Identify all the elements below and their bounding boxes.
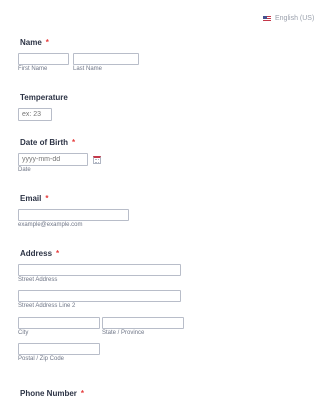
state-province-sublabel: State / Province [102, 330, 145, 336]
street-address-line2-sublabel: Street Address Line 2 [18, 303, 76, 309]
street-address-sublabel: Street Address [18, 277, 58, 283]
calendar-icon[interactable] [93, 156, 101, 164]
required-mark: * [45, 38, 49, 47]
state-province-input[interactable] [102, 317, 184, 329]
us-flag-icon [263, 15, 271, 22]
required-mark: * [45, 194, 49, 203]
temperature-input[interactable] [18, 108, 52, 121]
postal-code-input[interactable] [18, 343, 100, 355]
language-selector[interactable]: English (US) [263, 15, 314, 22]
dob-label-text: Date of Birth [20, 138, 68, 147]
street-address-line2-input[interactable] [18, 290, 181, 302]
dob-label: Date of Birth * [20, 138, 75, 147]
phone-label-text: Phone Number [20, 389, 77, 398]
postal-code-sublabel: Postal / Zip Code [18, 356, 65, 362]
email-input[interactable] [18, 209, 129, 221]
city-input[interactable] [18, 317, 100, 329]
language-label: English (US) [275, 15, 315, 22]
name-label: Name * [20, 38, 49, 47]
first-name-sublabel: First Name [18, 66, 48, 72]
first-name-input[interactable] [18, 53, 69, 65]
email-label-text: Email [20, 194, 42, 203]
address-label: Address * [20, 249, 59, 258]
address-label-text: Address [20, 249, 53, 258]
required-mark: * [80, 389, 85, 398]
dob-sublabel: Date [18, 167, 31, 173]
name-label-text: Name [20, 38, 42, 47]
last-name-sublabel: Last Name [73, 66, 103, 72]
email-label: Email * [20, 194, 48, 203]
city-sublabel: City [18, 330, 29, 336]
required-mark: * [56, 249, 60, 258]
temperature-label: Temperature [20, 93, 68, 102]
email-sublabel: example@example.com [18, 222, 83, 228]
dob-input[interactable] [18, 153, 88, 166]
required-mark: * [72, 138, 76, 147]
phone-label: Phone Number * [20, 389, 84, 398]
street-address-input[interactable] [18, 264, 181, 276]
last-name-input[interactable] [73, 53, 139, 65]
